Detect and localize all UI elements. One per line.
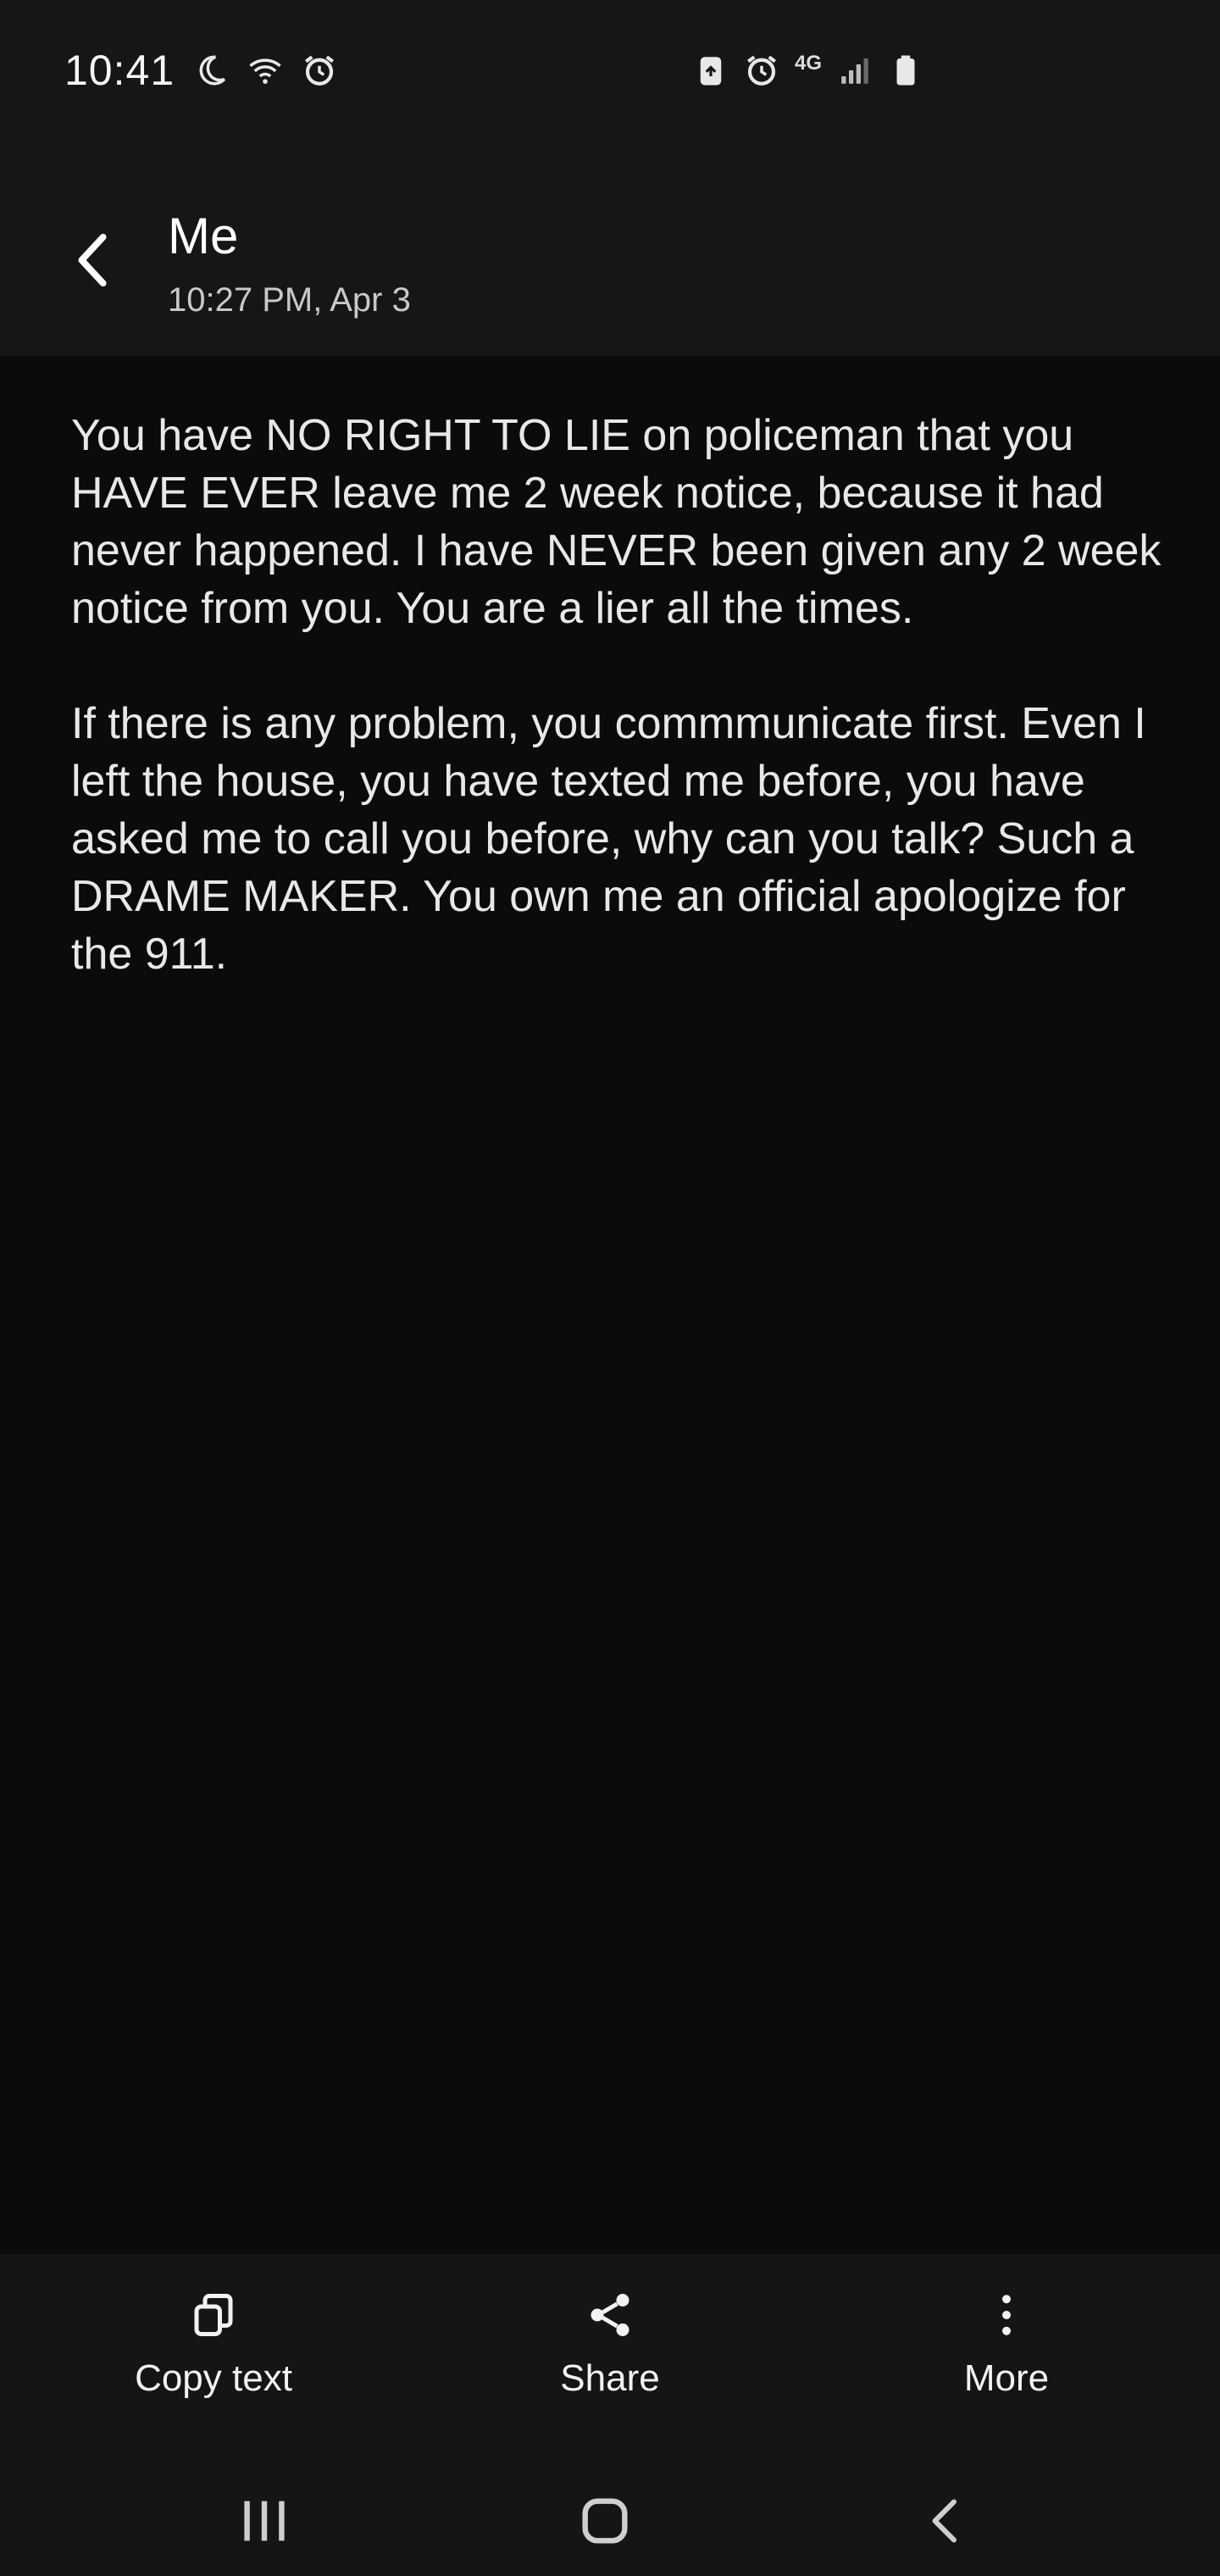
nav-back-button[interactable]: [895, 2474, 996, 2568]
signal-icon: [841, 58, 868, 84]
more-button[interactable]: More: [871, 2288, 1142, 2400]
more-vertical-icon: [979, 2288, 1034, 2342]
chevron-left-icon: [78, 233, 107, 287]
back-icon: [932, 2499, 957, 2543]
message-text[interactable]: You have NO RIGHT TO LIE on policeman th…: [71, 407, 1164, 1041]
home-button[interactable]: [554, 2474, 656, 2568]
more-label: More: [963, 2357, 1050, 2399]
copy-icon: [186, 2288, 241, 2342]
status-left-icons: [193, 53, 337, 88]
share-button[interactable]: Share: [474, 2288, 746, 2400]
home-icon: [582, 2498, 628, 2544]
status-time: 10:41: [64, 47, 175, 94]
copy-text-button[interactable]: Copy text: [78, 2288, 349, 2400]
back-button[interactable]: [59, 222, 127, 298]
status-bar: [0, 0, 1220, 148]
battery-icon: [896, 55, 915, 86]
copy-text-label: Copy text: [135, 2357, 292, 2399]
sender-name: Me: [168, 208, 239, 264]
battery-saver-icon: [700, 57, 722, 86]
network-type-label: 4G: [795, 52, 823, 75]
alarm-icon: [746, 55, 777, 86]
share-label: Share: [560, 2357, 660, 2399]
recents-icon: [244, 2501, 285, 2541]
message-paragraph: You have NO RIGHT TO LIE on policeman th…: [71, 411, 1173, 633]
alarm-icon: [304, 55, 335, 86]
moon-icon: [199, 55, 226, 86]
wifi-icon: [249, 58, 281, 84]
message-timestamp: 10:27 PM, Apr 3: [168, 281, 411, 319]
recents-button[interactable]: [214, 2474, 315, 2568]
status-right-icons: 4G: [693, 53, 923, 88]
message-paragraph: If there is any problem, you commmunicat…: [71, 699, 1159, 979]
share-icon: [583, 2288, 637, 2342]
